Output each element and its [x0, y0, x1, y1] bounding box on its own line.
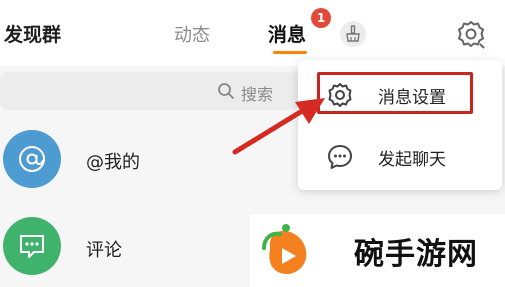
comment-icon	[20, 235, 44, 258]
watermark-text: 碗手游网	[354, 237, 478, 272]
tab-messages[interactable]: 消息	[268, 20, 306, 47]
clear-unread-button[interactable]	[340, 21, 366, 47]
broom-icon	[346, 25, 360, 42]
highlight-box	[317, 72, 473, 114]
discover-groups-link[interactable]: 发现群	[4, 20, 61, 47]
tab-dynamic[interactable]: 动态	[174, 21, 210, 47]
comments-avatar	[3, 217, 61, 275]
mentions-avatar	[3, 130, 61, 188]
active-tab-indicator	[273, 51, 307, 54]
watermark-logo	[262, 224, 307, 275]
red-arrow-annotation	[232, 98, 325, 155]
at-icon	[19, 146, 45, 172]
mentions-label: @我的	[86, 152, 140, 173]
start-chat-label: 发起聊天	[378, 150, 446, 170]
unread-badge: 1	[311, 8, 331, 28]
settings-button[interactable]	[455, 18, 487, 50]
comments-label: 评论	[86, 240, 122, 261]
top-bar: 发现群 动态 消息 1	[0, 0, 505, 66]
gear-icon	[458, 21, 485, 49]
